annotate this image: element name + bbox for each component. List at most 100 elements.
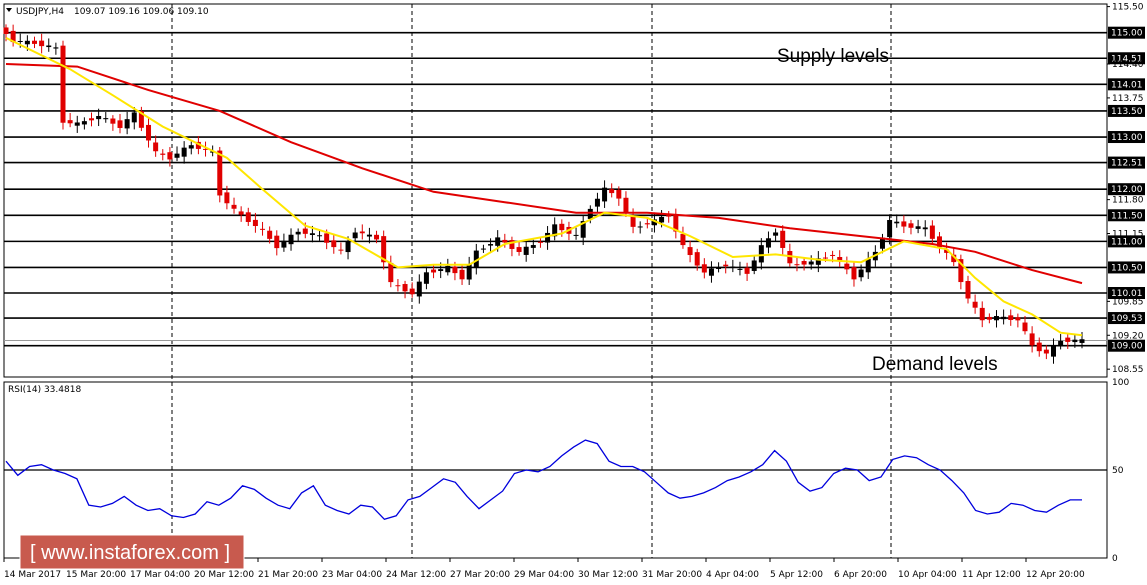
chart-svg: 115.50115.00114.51114.40114.01113.75113.… — [3, 3, 1145, 580]
candle-body — [1079, 339, 1085, 343]
candle-body — [965, 280, 971, 299]
candle-body — [39, 40, 45, 47]
candle-body — [181, 147, 187, 157]
x-tick-label: 30 Mar 12:00 — [578, 570, 638, 580]
x-tick-label: 31 Mar 20:00 — [642, 570, 702, 580]
x-tick-label: 11 Apr 12:00 — [962, 570, 1021, 580]
price-tag-label: 113.50 — [1111, 107, 1143, 117]
candle-body — [103, 118, 109, 120]
candle-body — [217, 150, 223, 196]
candle-body — [1001, 316, 1007, 320]
candle-body — [46, 45, 52, 48]
candle-body — [288, 234, 294, 245]
candle-body — [1008, 315, 1014, 321]
candle-body — [545, 232, 551, 243]
candle-body — [680, 233, 686, 246]
demand-annotation: Demand levels — [872, 354, 998, 375]
price-tag-label: 115.00 — [1111, 29, 1143, 39]
ohlc-label: 109.07 109.16 109.06 109.10 — [74, 7, 209, 17]
candle-body — [231, 204, 237, 209]
price-pane-frame — [3, 3, 1108, 378]
candle-body — [146, 124, 152, 141]
candle-body — [1072, 339, 1078, 343]
candle-body — [488, 244, 494, 246]
candle-body — [252, 219, 258, 227]
candle-body — [773, 232, 779, 236]
candle-body — [96, 115, 102, 120]
candle-body — [694, 252, 700, 266]
candle-body — [459, 269, 465, 280]
candle-body — [887, 220, 893, 238]
candle-body — [979, 307, 985, 321]
candle-body — [74, 122, 80, 126]
candle-body — [587, 208, 593, 219]
candle-body — [1029, 333, 1035, 346]
price-tag-label: 112.00 — [1111, 185, 1143, 195]
candle-body — [559, 223, 565, 231]
candle-body — [124, 119, 130, 129]
candle-body — [295, 231, 301, 235]
candle-body — [901, 221, 907, 227]
candle-body — [758, 245, 764, 263]
candle-body — [637, 226, 643, 228]
y-tick-label: 108.55 — [1112, 365, 1144, 375]
collapse-icon[interactable] — [6, 8, 12, 12]
candle-body — [708, 268, 714, 276]
candle-body — [929, 225, 935, 239]
candle-body — [317, 235, 323, 237]
candle-body — [993, 316, 999, 321]
y-tick-label: 114.40 — [1112, 60, 1144, 70]
candle-body — [267, 230, 273, 239]
candle-body — [67, 120, 73, 124]
rsi-y-tick-label: 100 — [1112, 378, 1129, 388]
x-tick-label: 24 Mar 12:00 — [386, 570, 446, 580]
candle-body — [737, 268, 743, 270]
candle-body — [915, 226, 921, 229]
candle-body — [808, 261, 814, 265]
candle-body — [416, 281, 422, 297]
candle-body — [1050, 345, 1056, 357]
candle-body — [530, 245, 536, 248]
candle-body — [701, 264, 707, 273]
x-tick-label: 27 Mar 20:00 — [450, 570, 510, 580]
candle-body — [666, 215, 672, 217]
candle-body — [466, 264, 472, 280]
candle-body — [1065, 337, 1071, 342]
candle-body — [452, 266, 458, 274]
candle-body — [324, 233, 330, 243]
candle-body — [922, 227, 928, 230]
rsi-y-tick-label: 50 — [1112, 466, 1124, 476]
price-tag-label: 111.50 — [1111, 211, 1143, 221]
candle-body — [188, 145, 194, 149]
candle-body — [858, 269, 864, 278]
candle-body — [537, 241, 543, 243]
ma-fast-line — [5, 37, 1083, 337]
y-tick-label: 113.75 — [1112, 94, 1144, 104]
candle-body — [345, 241, 351, 253]
price-tag-label: 112.51 — [1111, 159, 1143, 169]
x-tick-label: 23 Mar 04:00 — [322, 570, 382, 580]
candle-body — [110, 118, 116, 124]
candle-body — [402, 284, 408, 292]
x-tick-label: 5 Apr 12:00 — [770, 570, 823, 580]
candle-body — [716, 267, 722, 269]
candle-body — [986, 316, 992, 320]
x-tick-label: 21 Mar 20:00 — [258, 570, 318, 580]
candle-body — [602, 187, 608, 202]
candle-body — [423, 272, 429, 284]
x-tick-label: 15 Mar 20:00 — [66, 570, 126, 580]
supply-annotation: Supply levels — [777, 46, 889, 67]
price-tag-label: 110.50 — [1111, 263, 1143, 273]
x-tick-label: 10 Apr 04:00 — [898, 570, 957, 580]
candle-body — [53, 47, 59, 49]
candle-body — [516, 247, 522, 252]
candle-body — [623, 197, 629, 213]
candle-body — [1058, 340, 1064, 347]
candle-body — [644, 223, 650, 225]
candle-body — [1043, 349, 1049, 354]
candle-body — [131, 112, 137, 123]
candle-body — [409, 288, 415, 295]
candle-body — [352, 232, 358, 239]
candle-body — [302, 228, 308, 234]
candle-body — [723, 264, 729, 267]
